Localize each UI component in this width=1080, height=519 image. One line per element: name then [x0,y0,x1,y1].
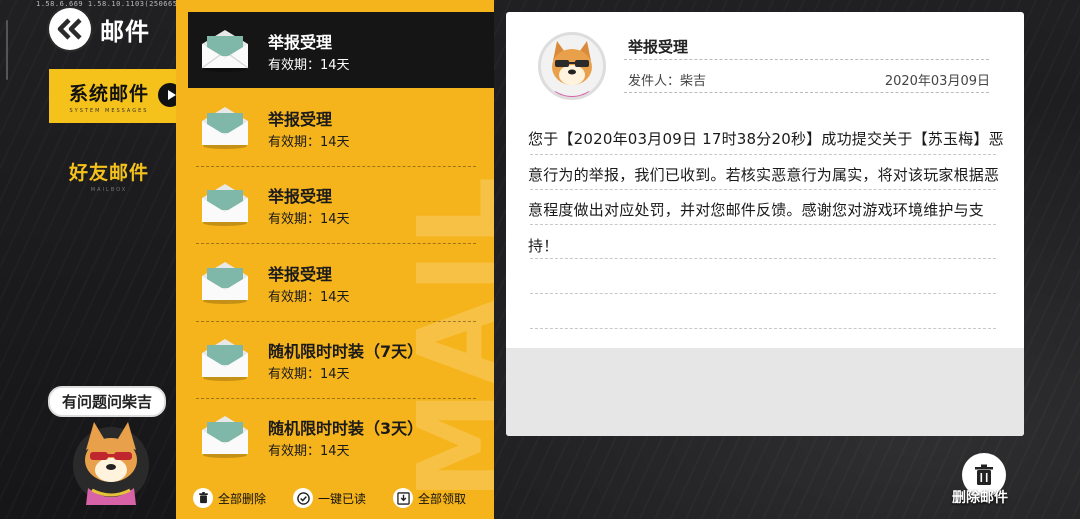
divider [624,59,989,60]
tab-sublabel: MAILBOX [90,186,128,193]
mail-expiry: 有效期：14天 [268,444,350,459]
mail-item-selected[interactable]: 举报受理 有效期：14天 [188,12,494,88]
mail-item[interactable]: 随机限时时装（3天） 有效期：14天 [188,398,482,474]
tab-system-mail[interactable]: 系统邮件 SYSTEM MESSAGES [49,69,189,123]
read-all-button[interactable]: 一键已读 [288,488,366,508]
ruled-line [530,293,996,294]
mail-title: 随机限时时装（7天） [268,342,424,361]
ruled-line [530,154,996,155]
mascot-avatar[interactable] [66,410,156,505]
mail-expiry: 有效期：14天 [268,58,350,73]
tab-label: 系统邮件 [68,82,149,105]
tab-friend-mail[interactable]: 好友邮件 MAILBOX [49,148,189,202]
mail-list-panel: MAIL 举报受理 有效期：14天 举报受理 有效期：14天 举报受理 有效期：… [176,0,494,519]
mail-detail-panel: 举报受理 发件人：柴吉 2020年03月09日 您于【2020年03月09日 1… [506,12,1024,436]
claim-all-label: 全部领取 [418,491,467,506]
mail-title: 举报受理 [268,265,333,284]
sender-avatar [538,32,606,100]
claim-all-button[interactable]: 全部领取 [388,488,466,508]
mail-item[interactable]: 随机限时时装（7天） 有效期：14天 [188,321,482,397]
mail-expiry: 有效期：14天 [268,135,350,150]
detail-title: 举报受理 [628,38,689,56]
envelope-icon [202,107,248,149]
envelope-icon [201,30,249,72]
sender: 发件人：柴吉 [628,74,707,89]
delete-all-button[interactable]: 全部删除 [188,488,266,508]
delete-all-label: 全部删除 [218,491,267,506]
envelope-icon [202,184,248,226]
help-button[interactable]: 有问题问柴吉 [48,386,167,417]
mail-title: 随机限时时装（3天） [268,419,424,438]
download-tray-icon [393,488,413,508]
mail-item[interactable]: 举报受理 有效期：14天 [188,89,482,165]
delete-mail-label: 删除邮件 [952,490,1008,506]
envelope-icon [202,339,248,381]
back-button[interactable] [49,8,91,50]
check-circle-icon [293,488,313,508]
mail-expiry: 有效期：14天 [268,212,350,227]
mail-item[interactable]: 举报受理 有效期：14天 [188,244,482,320]
mail-title: 举报受理 [268,110,333,129]
ruled-line [530,328,996,329]
trash-icon [975,464,993,485]
divider [624,92,989,93]
mail-title: 举报受理 [268,33,333,52]
double-chevron-left-icon [57,18,82,40]
envelope-icon [202,262,248,304]
trash-icon [193,488,213,508]
mail-title: 举报受理 [268,187,333,206]
ruled-line [530,224,996,225]
read-all-label: 一键已读 [318,491,367,506]
detail-footer [506,348,1024,436]
mail-body: 您于【2020年03月09日 17时38分20秒】成功提交关于【苏玉梅】恶意行为… [528,130,1004,255]
tab-sublabel: SYSTEM MESSAGES [69,107,149,114]
ruled-line [530,189,996,190]
bulk-actions-bar: 全部删除 一键已读 全部领取 [188,477,488,519]
mail-expiry: 有效期：14天 [268,290,350,305]
page-title: 邮件 [100,18,150,46]
mail-expiry: 有效期：14天 [268,367,350,382]
envelope-icon [202,416,248,458]
mail-date: 2020年03月09日 [884,74,990,89]
edge-decoration [6,20,8,80]
ruled-line [530,258,996,259]
mail-item[interactable]: 举报受理 有效期：14天 [188,166,482,242]
tab-label: 好友邮件 [68,161,149,184]
